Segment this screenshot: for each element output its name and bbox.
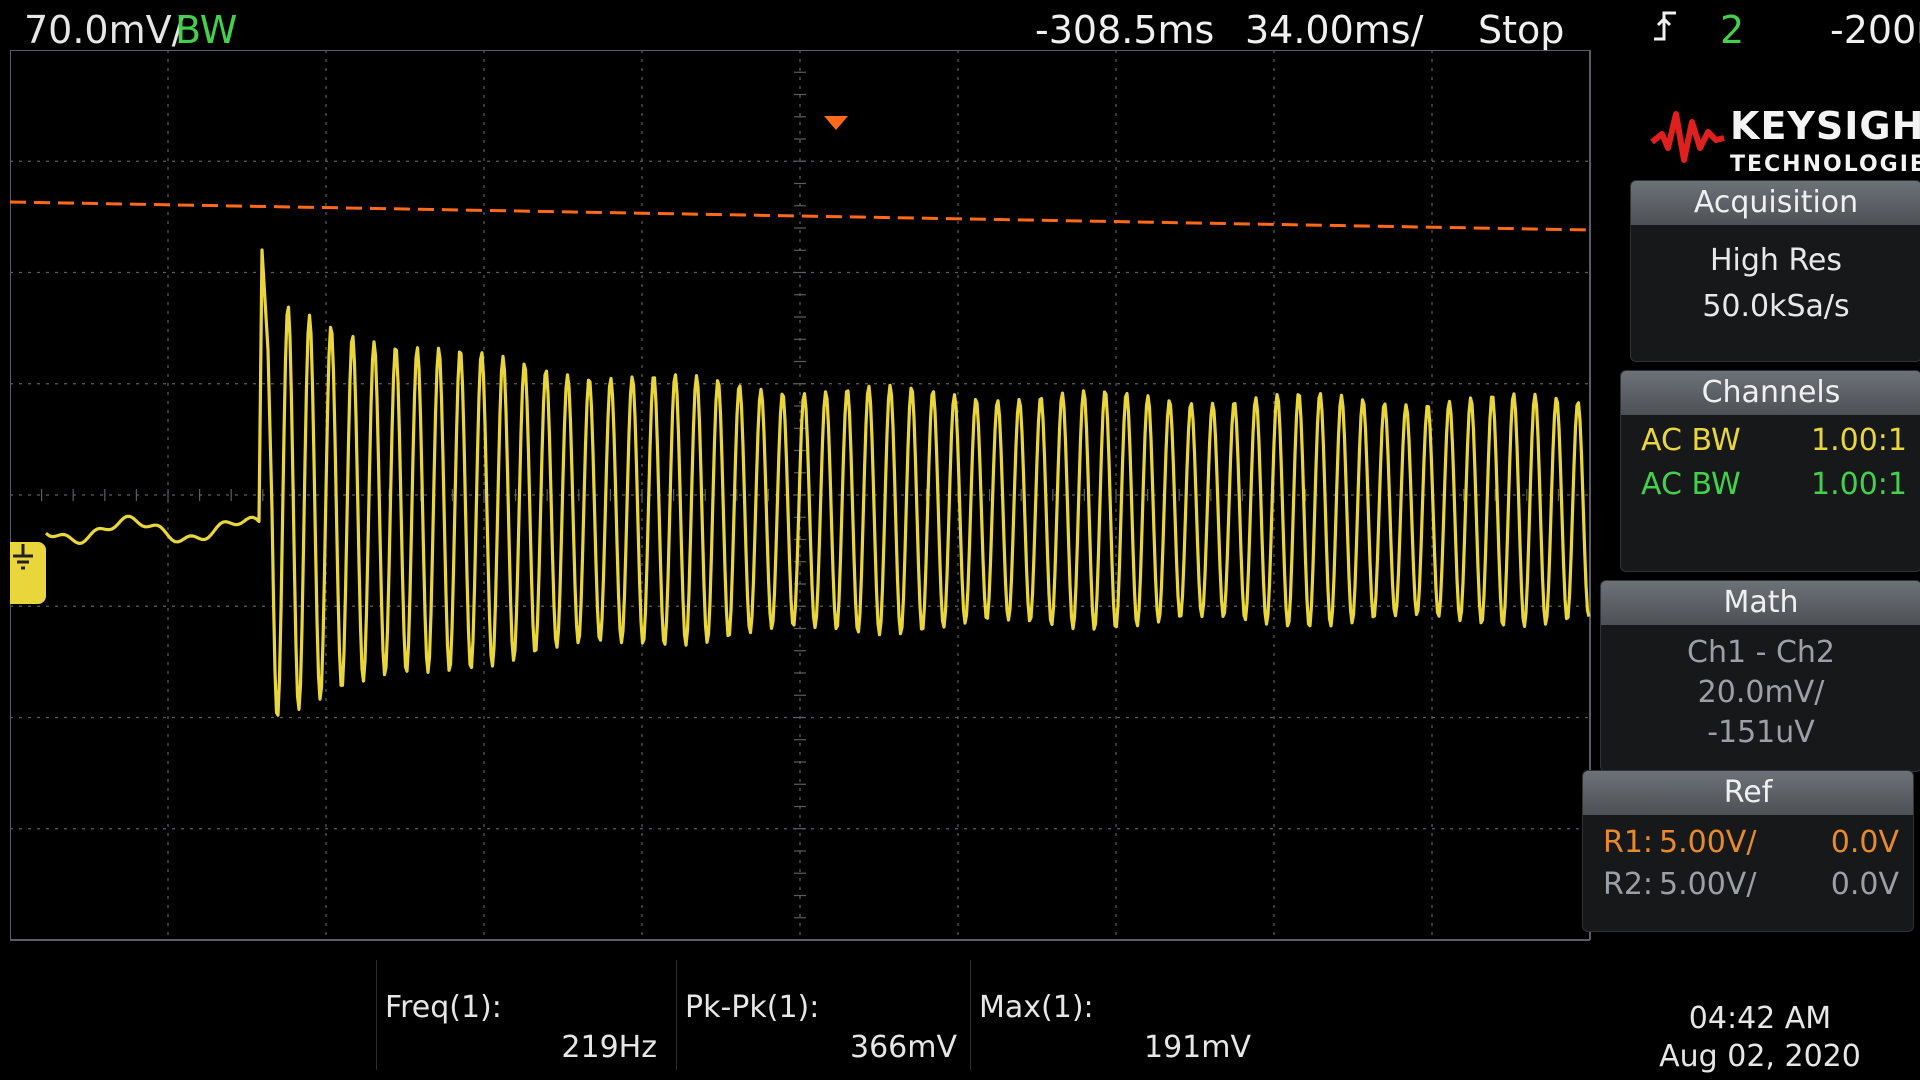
- ref1-scale: 5.00V/: [1659, 825, 1757, 860]
- time-offset[interactable]: -308.5ms: [1035, 8, 1214, 52]
- ref2-offset: 0.0V: [1830, 867, 1899, 902]
- clock: 04:42 AM Aug 02, 2020: [1610, 1000, 1910, 1076]
- brand-name: KEYSIGHT: [1730, 104, 1920, 148]
- channel2-row[interactable]: AC BW 1.00:1: [1621, 465, 1920, 505]
- clock-time: 04:42 AM: [1688, 1001, 1832, 1036]
- trigger-source[interactable]: 2: [1720, 8, 1744, 52]
- ref2-name: R2:: [1603, 867, 1654, 902]
- waveform-display[interactable]: [10, 50, 1625, 950]
- brand-logo: KEYSIGHT TECHNOLOGIES: [1650, 100, 1920, 190]
- channel1-row[interactable]: AC BW 1.00:1: [1621, 421, 1920, 461]
- waveform-graticule: [10, 50, 1591, 941]
- math-offset: -151uV: [1707, 715, 1815, 750]
- channel2-probe: 1.00:1: [1811, 467, 1907, 502]
- ref2-scale: 5.00V/: [1659, 867, 1757, 902]
- time-scale[interactable]: 34.00ms/: [1245, 8, 1423, 52]
- math-scale: 20.0mV/: [1697, 675, 1825, 710]
- math-section[interactable]: Math Ch1 - Ch2 20.0mV/ -151uV: [1600, 580, 1920, 772]
- acquisition-mode: High Res: [1709, 243, 1843, 278]
- measurement-max-label: Max(1):: [979, 990, 1094, 1025]
- measurement-freq[interactable]: Freq(1): 219Hz: [376, 960, 667, 1070]
- trigger-edge-icon: [1650, 8, 1680, 52]
- measurement-max[interactable]: Max(1): 191mV: [970, 960, 1261, 1070]
- channel1-coupling: AC BW: [1641, 423, 1741, 458]
- ref-section[interactable]: Ref R1: 5.00V/ 0.0V R2: 5.00V/ 0.0V: [1582, 770, 1914, 932]
- channel1-ground-marker[interactable]: [10, 542, 46, 604]
- bandwidth-limit-badge: BW: [175, 8, 238, 52]
- ground-icon: [13, 544, 33, 570]
- channel1-scale[interactable]: 70.0mV/: [24, 8, 184, 52]
- measurement-pkpk-value: 366mV: [849, 1030, 957, 1065]
- ref1-name: R1:: [1603, 825, 1654, 860]
- channel1-probe: 1.00:1: [1811, 423, 1907, 458]
- clock-date: Aug 02, 2020: [1659, 1039, 1861, 1074]
- measurement-freq-value: 219Hz: [561, 1030, 657, 1065]
- run-stop-status[interactable]: Stop: [1478, 8, 1564, 52]
- trigger-position-marker[interactable]: [824, 116, 848, 130]
- channel2-coupling: AC BW: [1641, 467, 1741, 502]
- channels-header: Channels: [1621, 371, 1920, 415]
- channel1-trace: [44, 248, 1591, 717]
- measurement-freq-label: Freq(1):: [385, 990, 502, 1025]
- acquisition-section[interactable]: Acquisition High Res 50.0kSa/s: [1630, 180, 1920, 362]
- ref1-row[interactable]: R1: 5.00V/ 0.0V: [1583, 823, 1913, 863]
- ref1-offset: 0.0V: [1830, 825, 1899, 860]
- ref2-row[interactable]: R2: 5.00V/ 0.0V: [1583, 865, 1913, 905]
- measurement-pkpk[interactable]: Pk-Pk(1): 366mV: [676, 960, 967, 1070]
- channels-section[interactable]: Channels AC BW 1.00:1 AC BW 1.00:1: [1620, 370, 1920, 572]
- measurement-max-value: 191mV: [1143, 1030, 1251, 1065]
- measurement-bar: Freq(1): 219Hz Pk-Pk(1): 366mV Max(1): 1…: [0, 960, 1920, 1080]
- trigger-level[interactable]: -200mV: [1830, 8, 1920, 52]
- measurement-pkpk-label: Pk-Pk(1):: [685, 990, 820, 1025]
- brand-subtitle: TECHNOLOGIES: [1730, 152, 1920, 177]
- math-function: Ch1 - Ch2: [1687, 635, 1835, 670]
- side-panel: KEYSIGHT TECHNOLOGIES Acquisition High R…: [1560, 80, 1920, 960]
- math-header: Math: [1601, 581, 1920, 625]
- acquisition-header: Acquisition: [1631, 181, 1920, 225]
- ref-header: Ref: [1583, 771, 1913, 815]
- keysight-wave-icon: [1650, 111, 1725, 163]
- acquisition-rate: 50.0kSa/s: [1702, 289, 1850, 324]
